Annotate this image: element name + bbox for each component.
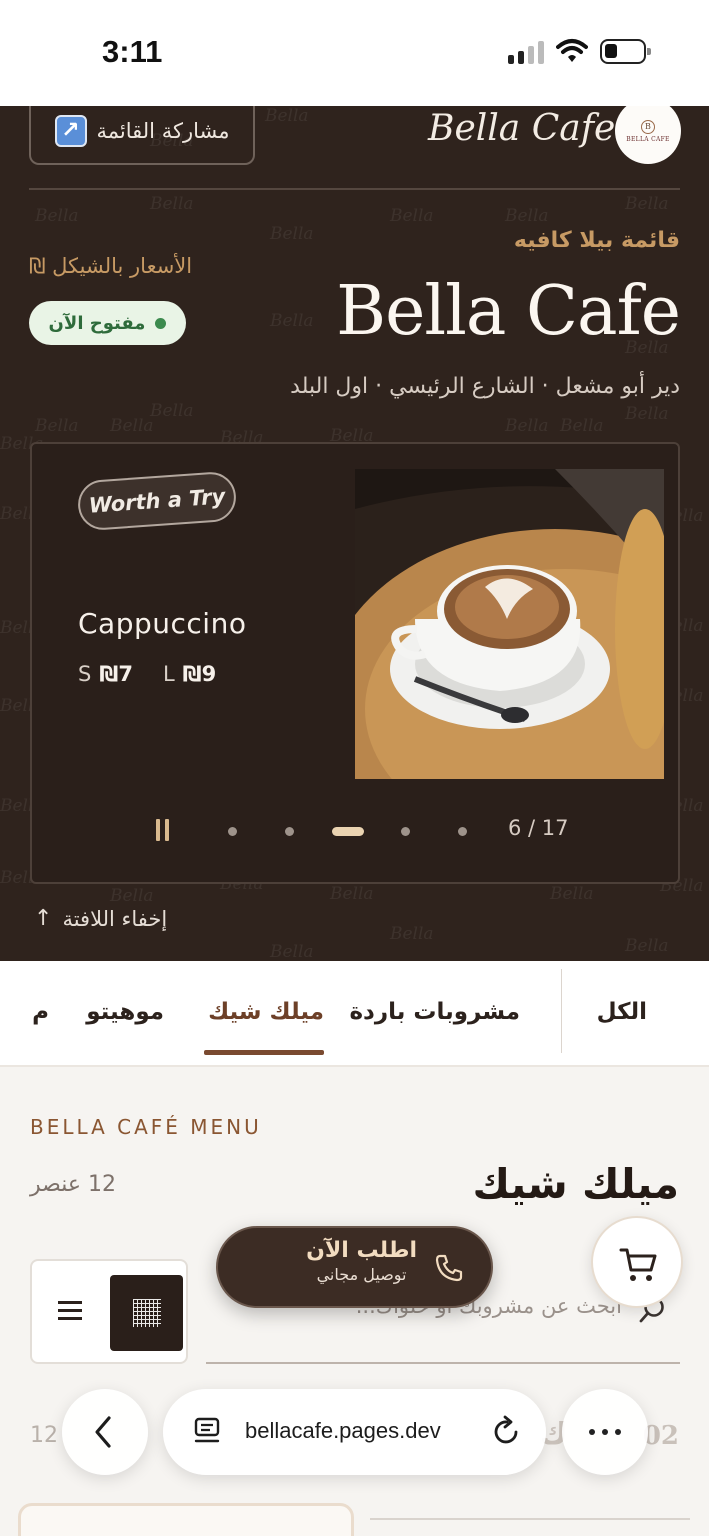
price-small: S ₪7 xyxy=(78,662,133,686)
price-large: L ₪9 xyxy=(163,662,216,686)
reload-icon[interactable] xyxy=(491,1415,523,1449)
status-bar: 3:11 xyxy=(0,0,709,106)
grid-view-button[interactable] xyxy=(110,1275,183,1351)
arrow-up-icon: ↑ xyxy=(34,906,53,931)
chevron-left-icon xyxy=(95,1416,111,1448)
size-label: S xyxy=(78,662,92,686)
status-dot-icon xyxy=(155,317,167,329)
cellular-signal-icon xyxy=(508,40,544,64)
item-count: 12 عنصر xyxy=(30,1172,116,1197)
watermark: Bella xyxy=(35,416,79,436)
featured-prices: S ₪7 L ₪9 xyxy=(78,662,216,686)
open-status-label: مفتوح الآن xyxy=(48,312,146,334)
watermark: Bella xyxy=(110,886,154,906)
size-label: L xyxy=(162,662,175,686)
carousel-dot-active[interactable] xyxy=(332,827,364,836)
tab-cold-drinks[interactable]: مشروبات باردة xyxy=(349,999,520,1025)
order-sub-label: توصيل مجاني xyxy=(316,1265,407,1284)
featured-product-name: Cappuccino xyxy=(78,607,247,640)
watermark: Bella xyxy=(625,404,669,424)
watermark: Bella xyxy=(265,106,309,126)
tab-mojito[interactable]: موهيتو xyxy=(86,999,164,1025)
status-time: 3:11 xyxy=(102,34,163,69)
browser-back-button[interactable] xyxy=(62,1389,148,1475)
featured-carousel[interactable]: Worth a Try Cappuccino S ₪7 L ₪9 6 / 17 xyxy=(30,442,680,884)
cafe-logo: B BELLA CAFE xyxy=(615,106,681,164)
worth-a-try-badge: Worth a Try xyxy=(76,470,238,532)
watermark: Bella xyxy=(550,884,594,904)
watermark: Bella xyxy=(390,924,434,944)
carousel-dot[interactable] xyxy=(285,827,294,836)
list-view-icon[interactable] xyxy=(58,1301,82,1321)
divider xyxy=(29,188,680,190)
watermark: Bella xyxy=(560,416,604,436)
tab-separator xyxy=(561,969,562,1053)
tab-milkshake[interactable]: ميلك شيك xyxy=(208,999,324,1025)
price-value: ₪9 xyxy=(182,662,217,686)
more-dots-icon xyxy=(589,1429,621,1435)
cart-button[interactable] xyxy=(591,1216,683,1308)
watermark: Bella xyxy=(625,936,669,956)
tab-all[interactable]: الكل xyxy=(597,999,647,1025)
watermark: Bella xyxy=(390,206,434,226)
active-tab-indicator xyxy=(204,1050,324,1055)
browser-address-bar[interactable]: bellacafe.pages.dev xyxy=(163,1389,546,1475)
watermark: Bella xyxy=(270,942,314,961)
watermark: Bella xyxy=(505,416,549,436)
logo-letter: B xyxy=(641,119,655,134)
phone-icon xyxy=(435,1254,463,1282)
carousel-counter: 6 / 17 xyxy=(508,816,569,840)
browser-more-button[interactable] xyxy=(562,1389,648,1475)
partial-text: 12 xyxy=(30,1423,58,1448)
watermark: Bella xyxy=(35,206,79,226)
section-kicker: BELLA CAFÉ MENU xyxy=(30,1115,262,1139)
share-menu-button[interactable]: ↗ مشاركة القائمة xyxy=(29,106,255,165)
carousel-pagination: 6 / 17 xyxy=(152,816,582,846)
product-card[interactable] xyxy=(370,1518,690,1536)
carousel-dot[interactable] xyxy=(401,827,410,836)
watermark: Bella xyxy=(110,416,154,436)
tab-overview-icon xyxy=(194,1417,220,1443)
open-status-badge: مفتوح الآن xyxy=(29,301,186,345)
watermark: Bella xyxy=(330,884,374,904)
currency-note: الأسعار بالشيكل ₪ xyxy=(29,254,193,278)
section-title: ميلك شيك xyxy=(472,1160,679,1208)
share-menu-label: مشاركة القائمة xyxy=(96,118,230,143)
partial-product-cards xyxy=(0,1500,709,1536)
watermark: Bella xyxy=(270,311,314,331)
watermark: Bella xyxy=(270,224,314,244)
hide-banner-label: إخفاء اللافتة xyxy=(62,906,168,931)
brand-name: Bella Cafe xyxy=(428,108,616,149)
order-now-button[interactable]: اطلب الآن توصيل مجاني xyxy=(216,1226,493,1308)
cafe-address: دير أبو مشعل · الشارع الرئيسي · اول البل… xyxy=(290,374,680,399)
watermark: Bella xyxy=(150,194,194,214)
grid-icon xyxy=(132,1299,161,1327)
menu-subtitle: قائمة بيلا كافيه xyxy=(513,228,680,253)
hero-banner: Bella Bella Bella Bella Bella Bella Bell… xyxy=(0,106,709,961)
hide-banner-button[interactable]: ↑ إخفاء اللافتة xyxy=(34,906,167,931)
category-tabs: الكل مشروبات باردة ميلك شيك موهيتو م xyxy=(0,961,709,1067)
carousel-dot[interactable] xyxy=(228,827,237,836)
battery-icon xyxy=(600,39,651,64)
cart-icon xyxy=(619,1248,657,1281)
wifi-icon xyxy=(556,39,588,62)
share-arrow-icon: ↗ xyxy=(54,114,87,147)
cappuccino-photo xyxy=(355,469,664,779)
pause-icon[interactable] xyxy=(156,819,170,841)
tab-more[interactable]: م xyxy=(32,999,49,1025)
view-toggle xyxy=(30,1259,188,1364)
watermark: Bella xyxy=(625,194,669,214)
watermark: Bella xyxy=(150,401,194,421)
page-title: Bella Cafe xyxy=(336,272,681,351)
order-text: اطلب الآن توصيل مجاني xyxy=(306,1238,417,1284)
carousel-dot[interactable] xyxy=(458,827,467,836)
watermark: Bella xyxy=(505,206,549,226)
price-value: ₪7 xyxy=(99,662,133,686)
url-text: bellacafe.pages.dev xyxy=(245,1418,441,1443)
partial-text: 02 xyxy=(642,1421,679,1451)
order-main-label: اطلب الآن xyxy=(306,1238,417,1263)
logo-text: BELLA CAFE xyxy=(626,135,670,143)
product-card[interactable] xyxy=(18,1503,354,1536)
